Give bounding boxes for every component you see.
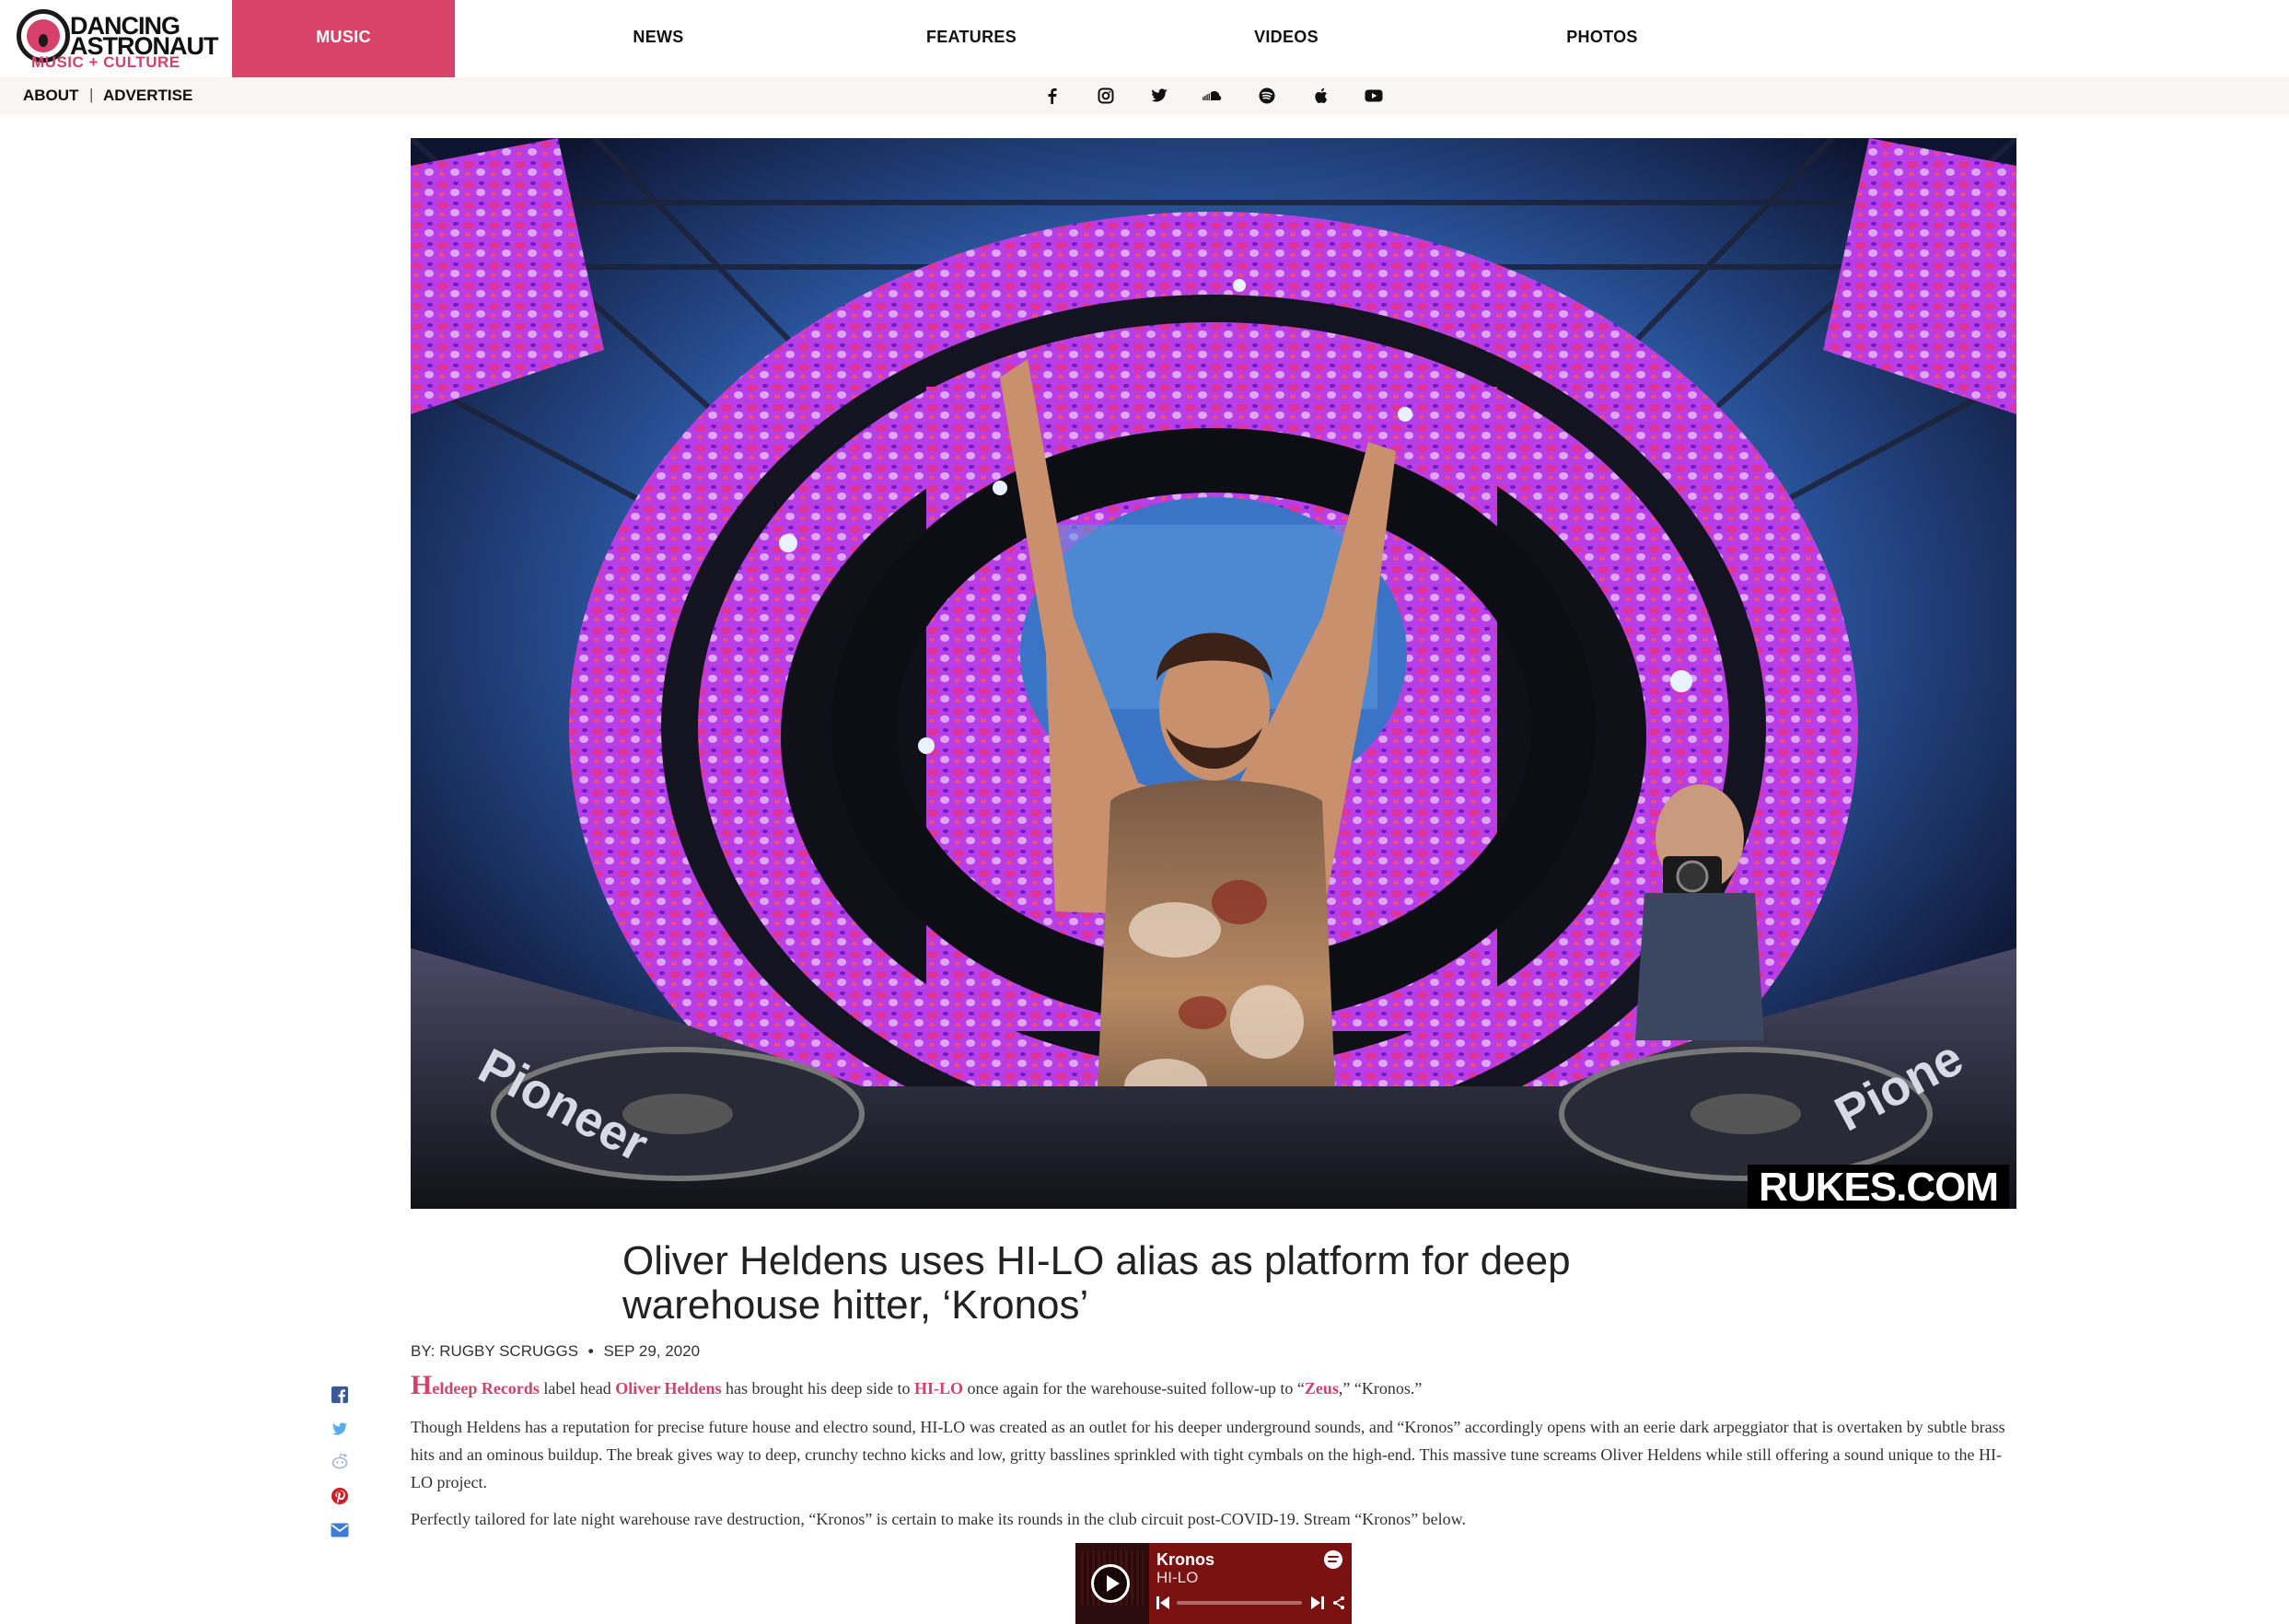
zeus-link[interactable]: Zeus	[1305, 1379, 1339, 1398]
secondary-bar: ABOUT | ADVERTISE	[0, 77, 2289, 114]
track-artist[interactable]: HI-LO	[1156, 1569, 1198, 1587]
spotify-player-embed: Kronos HI-LO	[1075, 1543, 1352, 1624]
photo-watermark: RUKES.COM	[1748, 1165, 2009, 1209]
reddit-icon[interactable]	[330, 1451, 350, 1471]
nav-news[interactable]: NEWS	[589, 0, 727, 77]
advertise-link[interactable]: ADVERTISE	[103, 77, 192, 114]
separator: |	[89, 86, 94, 103]
pinterest-icon[interactable]	[330, 1486, 350, 1506]
site-logo[interactable]: DANCING ASTRONAUT MUSIC + CULTURE	[17, 7, 228, 72]
hero-photo: Pioneer Pione RUKES.COM	[411, 138, 2016, 1209]
paragraph-text: once again for the warehouse-suited foll…	[962, 1379, 1305, 1398]
article-paragraph-3: Perfectly tailored for late night wareho…	[411, 1510, 1466, 1528]
play-button[interactable]	[1091, 1564, 1130, 1603]
publish-date: SEP 29, 2020	[603, 1342, 701, 1360]
nav-features[interactable]: FEATURES	[902, 0, 1040, 77]
byline: BY: RUGBY SCRUGGS • SEP 29, 2020	[411, 1342, 700, 1361]
heldeep-records-link[interactable]: eldeep Records	[432, 1379, 539, 1398]
facebook-icon[interactable]	[330, 1385, 350, 1405]
progress-bar[interactable]	[1177, 1601, 1302, 1605]
twitter-icon[interactable]	[1148, 85, 1170, 107]
paragraph-text: has brought his deep side to	[721, 1379, 914, 1398]
previous-track-icon[interactable]	[1156, 1596, 1171, 1609]
article-paragraph-1: Heldeep Records label head Oliver Helden…	[411, 1372, 2016, 1402]
byline-dot: •	[587, 1342, 594, 1360]
twitter-icon[interactable]	[330, 1419, 350, 1439]
top-nav: DANCING ASTRONAUT MUSIC + CULTURE MUSIC …	[0, 0, 2289, 77]
youtube-icon[interactable]	[1363, 85, 1385, 107]
facebook-icon[interactable]	[1041, 85, 1063, 107]
about-link[interactable]: ABOUT	[23, 77, 78, 114]
drop-cap: H	[411, 1370, 433, 1400]
spotify-icon[interactable]	[1256, 85, 1278, 107]
byline-prefix: BY:	[411, 1342, 436, 1360]
nav-music[interactable]: MUSIC	[232, 0, 455, 77]
hi-lo-link[interactable]: HI-LO	[914, 1379, 963, 1398]
nav-photos[interactable]: PHOTOS	[1533, 0, 1671, 77]
apple-icon[interactable]	[1309, 85, 1331, 107]
article-paragraph-2: Though Heldens has a reputation for prec…	[411, 1418, 2005, 1491]
article-headline: Oliver Heldens uses HI-LO alias as platf…	[622, 1238, 1571, 1328]
instagram-icon[interactable]	[1095, 85, 1117, 107]
paragraph-text: ,” “Kronos.”	[1338, 1379, 1423, 1398]
spotify-icon[interactable]	[1324, 1550, 1342, 1569]
oliver-heldens-link[interactable]: Oliver Heldens	[615, 1379, 721, 1398]
paragraph-text: label head	[539, 1379, 616, 1398]
email-icon[interactable]	[330, 1520, 350, 1540]
soundcloud-icon[interactable]	[1202, 85, 1224, 107]
next-track-icon[interactable]	[1311, 1596, 1324, 1609]
track-title: Kronos	[1156, 1550, 1214, 1569]
logo-tagline: MUSIC + CULTURE	[31, 53, 180, 71]
share-icon[interactable]	[1331, 1595, 1346, 1610]
author-link[interactable]: RUGBY SCRUGGS	[439, 1342, 578, 1360]
nav-videos[interactable]: VIDEOS	[1217, 0, 1355, 77]
